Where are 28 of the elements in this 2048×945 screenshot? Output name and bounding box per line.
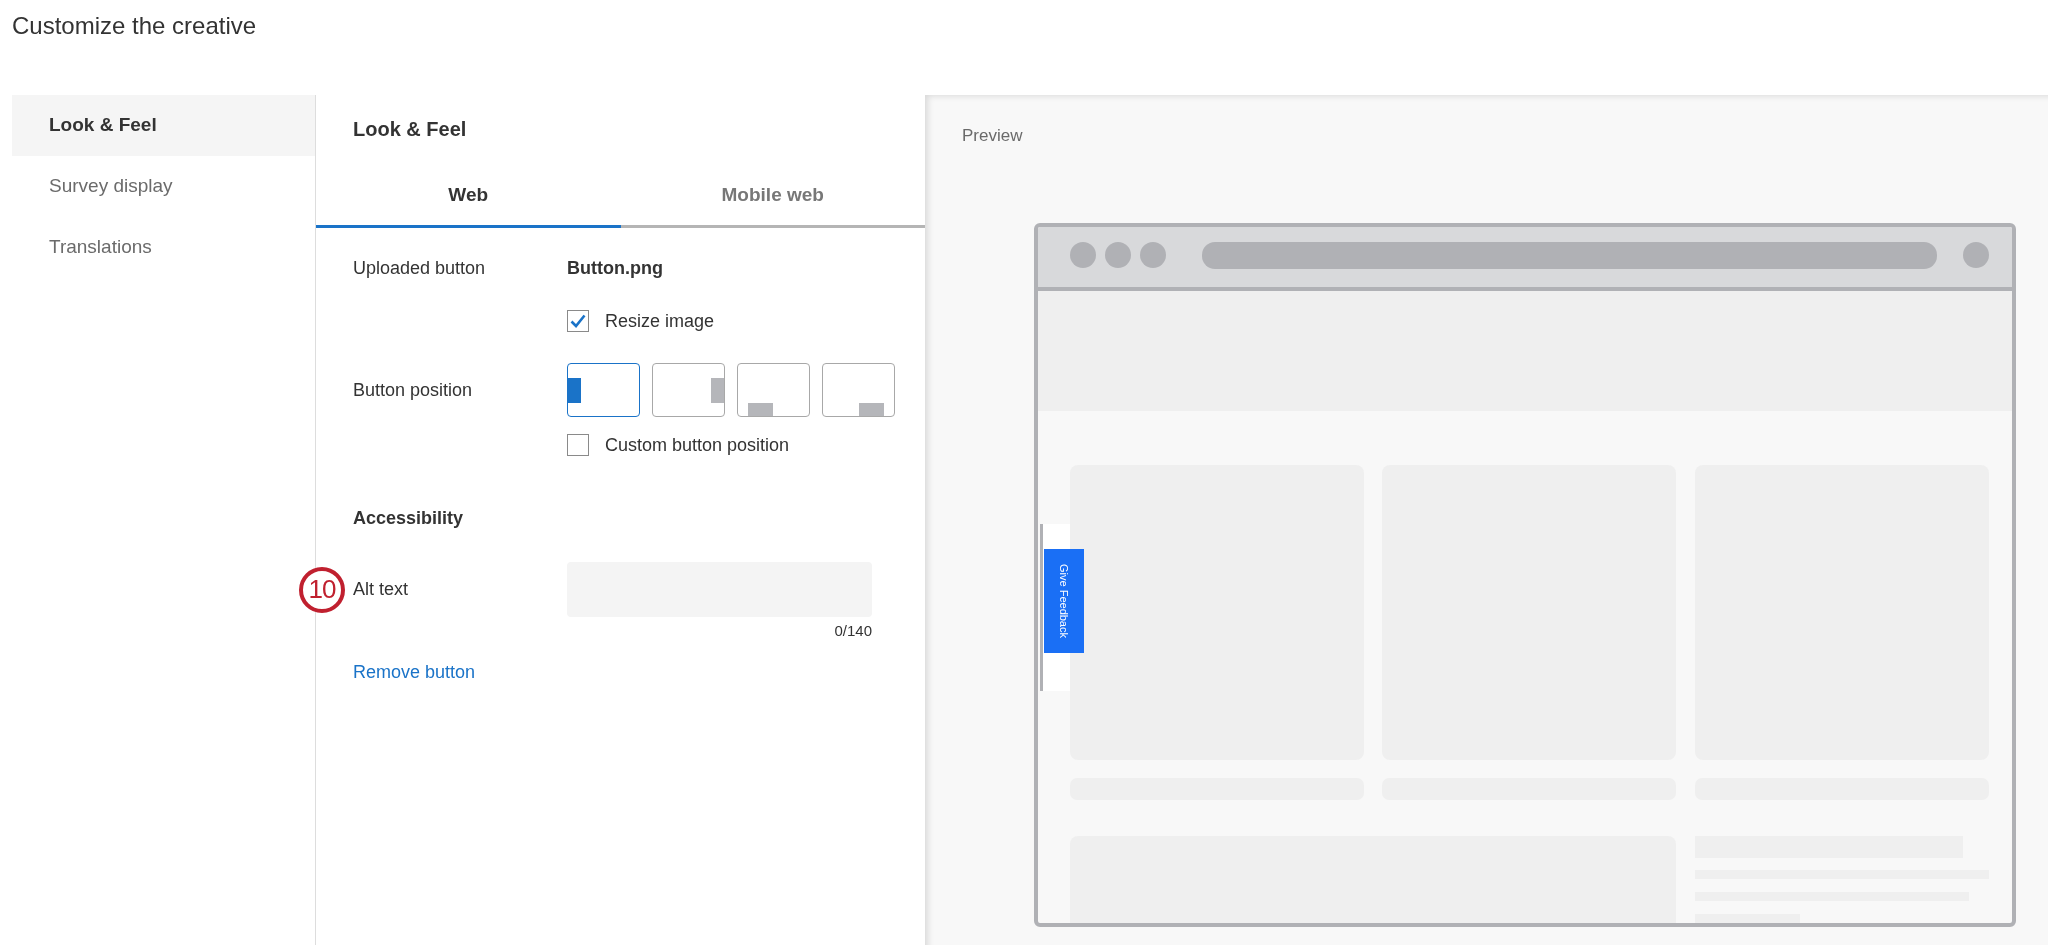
page-title: Customize the creative [11, 11, 258, 41]
file-name: Button.png [567, 256, 663, 280]
character-counter: 0/140 [834, 621, 872, 641]
checkbox[interactable] [567, 434, 589, 456]
remove-button-link[interactable]: Remove button [353, 661, 476, 682]
sidebar-item[interactable]: Translations [12, 217, 315, 278]
section-heading: Accessibility [353, 507, 465, 530]
field-label: Button position [353, 378, 474, 402]
placement-icon [859, 403, 884, 416]
checkbox[interactable] [567, 310, 589, 332]
feedback-button[interactable]: Give Feedback [1044, 548, 1084, 653]
callout-number: 10 [299, 566, 345, 613]
tab[interactable]: Web [316, 165, 621, 228]
field-label: Alt text [353, 578, 410, 601]
position-option[interactable] [822, 363, 895, 417]
placement-icon [748, 403, 773, 416]
position-option[interactable] [567, 363, 640, 417]
field-label: Uploaded button [353, 256, 487, 280]
preview-label: Preview [962, 125, 1024, 147]
position-option[interactable] [737, 363, 810, 417]
position-option[interactable] [652, 363, 725, 417]
placement-icon [711, 378, 724, 403]
checkbox-label: Resize image [605, 309, 715, 333]
placement-icon [568, 378, 581, 403]
sidebar-item[interactable]: Look & Feel [12, 95, 315, 156]
section-heading: Look & Feel [352, 117, 468, 142]
checkbox-label: Custom button position [605, 433, 790, 457]
sidebar-item[interactable]: Survey display [12, 156, 315, 217]
